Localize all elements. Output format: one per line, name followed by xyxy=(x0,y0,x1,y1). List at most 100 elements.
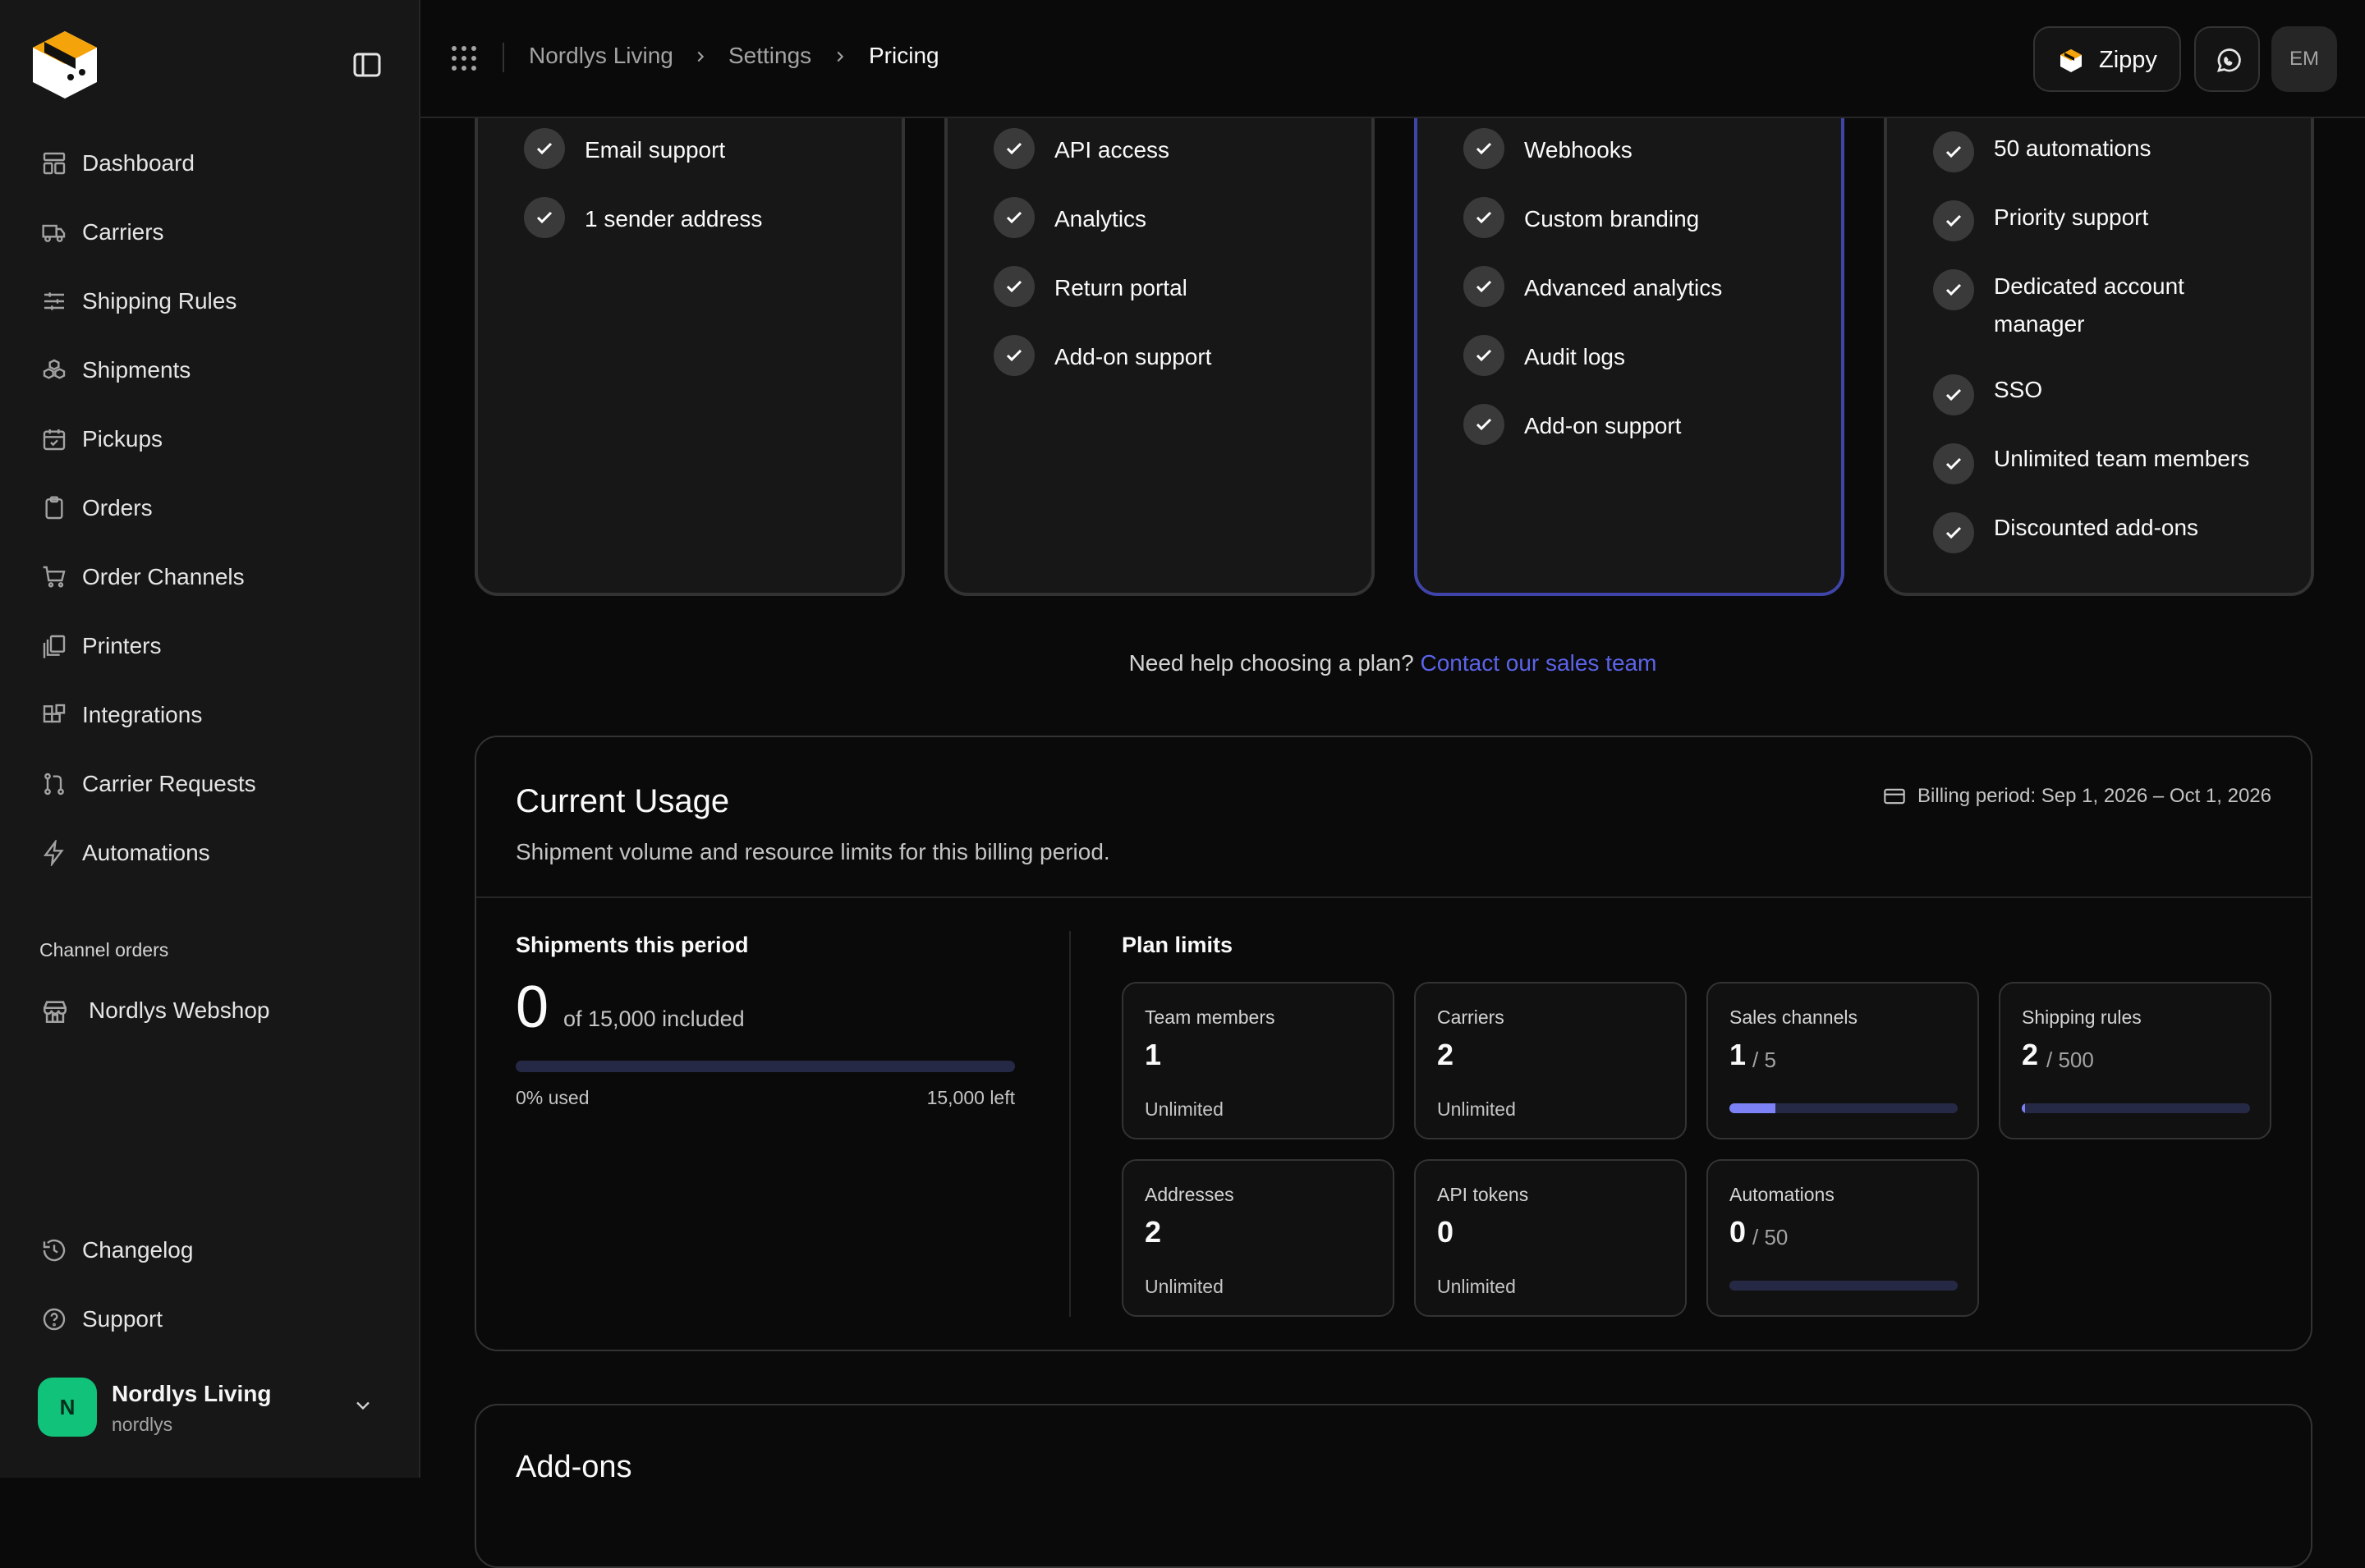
help-circle-icon xyxy=(43,1308,66,1331)
sidebar-item-label: Shipments xyxy=(82,357,191,383)
shipments-included: of 15,000 included xyxy=(563,1006,745,1031)
divider xyxy=(503,43,504,72)
sidebar-item-printers[interactable]: Printers xyxy=(23,617,397,675)
contact-sales-link[interactable]: Contact our sales team xyxy=(1421,650,1657,676)
plan-card: 50 automations Priority support Dedicate… xyxy=(1884,49,2314,596)
sidebar-item-carrier-requests[interactable]: Carrier Requests xyxy=(23,755,397,813)
message-circle-icon xyxy=(2216,48,2241,72)
bolt-icon xyxy=(43,840,64,866)
zippy-logo-icon xyxy=(2060,49,2082,72)
sidebar-item-label: Order Channels xyxy=(82,564,245,589)
sidebar-item-label: Changelog xyxy=(82,1237,194,1263)
section-label-channel-orders: Channel orders xyxy=(39,939,169,961)
credit-card-icon xyxy=(1884,788,1905,805)
shipments-left: 15,000 left xyxy=(926,1087,1015,1108)
dashboard-icon xyxy=(43,152,66,175)
check-icon xyxy=(1933,374,1974,415)
account-switcher[interactable]: N Nordlys Living nordlys xyxy=(23,1364,397,1447)
boxes-icon xyxy=(43,359,66,379)
limit-progress-bar xyxy=(2022,1103,2250,1113)
current-usage-card: Current Usage Shipment volume and resour… xyxy=(475,736,2312,1351)
addons-title: Add-ons xyxy=(516,1450,632,1484)
shipments-progress-bar xyxy=(516,1061,1015,1072)
sidebar-item-carriers[interactable]: Carriers xyxy=(23,204,397,261)
blocks-icon xyxy=(43,704,66,723)
sidebar-item-label: Pickups xyxy=(82,426,163,452)
breadcrumb-current: Pricing xyxy=(869,43,939,68)
sidebar-item-label: Orders xyxy=(82,495,153,520)
sidebar-item-label: Automations xyxy=(82,840,210,865)
sidebar-item-pickups[interactable]: Pickups xyxy=(23,410,397,468)
limit-shipping-rules: Shipping rules 2 / 500 xyxy=(1999,982,2271,1139)
sidebar-item-changelog[interactable]: Changelog xyxy=(23,1222,397,1279)
clipboard-icon xyxy=(45,496,63,520)
plan-limits-label: Plan limits xyxy=(1122,933,1233,957)
check-icon xyxy=(1463,335,1504,376)
check-icon xyxy=(1933,200,1974,241)
check-icon xyxy=(1933,512,1974,553)
limit-api-tokens: API tokens 0 Unlimited xyxy=(1414,1159,1687,1317)
plan-card: Email support 1 sender address xyxy=(475,49,905,596)
sliders-icon xyxy=(44,292,64,310)
breadcrumb-item[interactable]: Settings xyxy=(728,43,811,69)
check-icon xyxy=(994,266,1035,307)
sidebar-item-shipping-rules[interactable]: Shipping Rules xyxy=(23,273,397,330)
chevron-down-icon xyxy=(356,1401,370,1410)
check-icon xyxy=(1933,131,1974,172)
progress-fill xyxy=(2022,1103,2026,1113)
account-name: Nordlys Living xyxy=(112,1381,272,1406)
check-icon xyxy=(1463,266,1504,307)
git-pull-icon xyxy=(44,773,64,795)
sidebar-item-label: Nordlys Webshop xyxy=(89,997,270,1023)
avatar: N xyxy=(38,1378,97,1437)
account-slug: nordlys xyxy=(112,1414,173,1435)
sidebar-item-label: Carriers xyxy=(82,219,164,245)
plan-card-highlighted: Webhooks Custom branding Advanced analyt… xyxy=(1414,49,1844,596)
app-logo[interactable] xyxy=(28,28,102,102)
printer-icon xyxy=(43,635,66,658)
sidebar-item-order-channels[interactable]: Order Channels xyxy=(23,548,397,606)
check-icon xyxy=(994,128,1035,169)
sidebar-item-shipments[interactable]: Shipments xyxy=(23,342,397,399)
zippy-button[interactable]: Zippy xyxy=(2033,26,2181,92)
sidebar-item-dashboard[interactable]: Dashboard xyxy=(23,135,397,192)
usage-title: Current Usage xyxy=(516,783,730,819)
sidebar-item-label: Carrier Requests xyxy=(82,771,256,796)
truck-icon xyxy=(42,224,66,242)
apps-grid-icon[interactable] xyxy=(450,44,478,72)
check-icon xyxy=(1933,269,1974,310)
breadcrumb-item[interactable]: Nordlys Living xyxy=(529,43,673,69)
limit-carriers: Carriers 2 Unlimited xyxy=(1414,982,1687,1139)
check-icon xyxy=(994,335,1035,376)
progress-fill xyxy=(1729,1103,1775,1113)
limit-progress-bar xyxy=(1729,1103,1958,1113)
sidebar-toggle-icon[interactable] xyxy=(353,53,381,77)
sidebar-item-integrations[interactable]: Integrations xyxy=(23,686,397,744)
zippy-label: Zippy xyxy=(2099,47,2157,73)
limit-sales-channels: Sales channels 1 / 5 xyxy=(1706,982,1979,1139)
divider xyxy=(1069,931,1071,1317)
sidebar-item-label: Dashboard xyxy=(82,150,195,176)
top-bar: Nordlys Living Settings Pricing Zippy EM xyxy=(420,0,2365,118)
sidebar-item-orders[interactable]: Orders xyxy=(23,479,397,537)
usage-subtitle: Shipment volume and resource limits for … xyxy=(516,839,1110,864)
billing-period: Billing period: Sep 1, 2026 – Oct 1, 202… xyxy=(1884,785,2271,808)
check-icon xyxy=(994,197,1035,238)
check-icon xyxy=(524,197,565,238)
shipments-count: 0 xyxy=(516,974,549,1040)
plan-help-text: Need help choosing a plan? Contact our s… xyxy=(1128,650,1657,676)
limit-addresses: Addresses 2 Unlimited xyxy=(1122,1159,1394,1317)
user-avatar-button[interactable]: EM xyxy=(2271,26,2337,92)
history-icon xyxy=(43,1239,66,1262)
sidebar-item-label: Support xyxy=(82,1306,163,1332)
limit-progress-bar xyxy=(1729,1281,1958,1291)
sidebar-item-automations[interactable]: Automations xyxy=(23,824,397,882)
sidebar: Dashboard Carriers Shipping Rules Shipme… xyxy=(0,0,420,1478)
chat-button[interactable] xyxy=(2194,26,2260,92)
calendar-check-icon xyxy=(43,429,66,451)
plan-card: API access Analytics Return portal Add-o… xyxy=(944,49,1375,596)
addons-card: Add-ons xyxy=(475,1404,2312,1568)
sidebar-item-support[interactable]: Support xyxy=(23,1291,397,1348)
shipments-label: Shipments this period xyxy=(516,933,749,957)
sidebar-item-channel[interactable]: Nordlys Webshop xyxy=(23,982,397,1039)
